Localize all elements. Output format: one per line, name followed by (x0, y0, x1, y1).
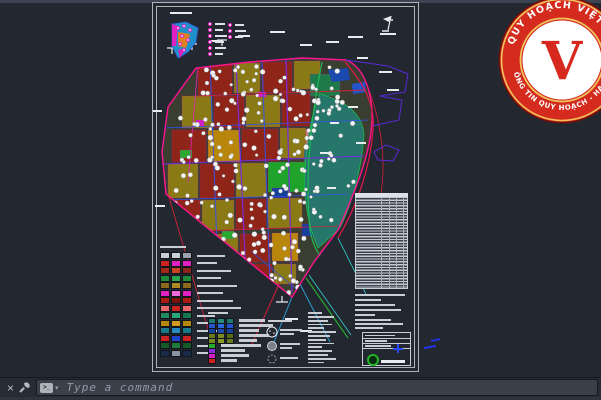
text-line (355, 319, 391, 321)
legend-row (160, 290, 241, 298)
legend-row (160, 252, 241, 260)
wrench-icon[interactable] (18, 381, 31, 394)
legend-row (160, 297, 241, 305)
inset-legend (209, 23, 247, 56)
text-line (308, 350, 332, 352)
text-line (308, 335, 330, 337)
text-line (355, 309, 401, 311)
text-line (208, 312, 228, 314)
text-line (308, 358, 336, 360)
title-block-divider (363, 343, 410, 344)
text-line (308, 324, 332, 326)
legend-row (208, 358, 273, 363)
text-line (280, 333, 294, 335)
legend-row (160, 260, 241, 268)
text-line (160, 246, 186, 248)
text-line (308, 312, 322, 314)
quy-hoach-viet-vn-stamp: V QUY HOẠCH VIỆT VN THÔNG TIN QUY HOẠCH … (492, 0, 601, 130)
chevron-down-icon[interactable]: ▾ (55, 384, 59, 392)
command-placeholder: Type a command (67, 381, 174, 394)
text-line (268, 320, 292, 322)
text-line (308, 320, 328, 322)
text-line (308, 343, 334, 345)
north-arrow-icon (380, 16, 396, 34)
text-line (280, 357, 298, 359)
title-block-divider (363, 338, 410, 339)
legend-row (160, 267, 241, 275)
text-line (280, 329, 302, 331)
text-line (355, 294, 405, 296)
text-line (308, 331, 336, 333)
secondary-legend (208, 318, 273, 363)
legend-row (160, 275, 241, 283)
company-logo-icon (367, 354, 379, 366)
title-block (362, 332, 411, 366)
drawing-sheet[interactable] (152, 2, 419, 372)
command-prompt-icon[interactable]: >_ (40, 383, 53, 393)
text-line (308, 339, 326, 341)
text-line (308, 327, 324, 329)
title-bar (381, 360, 405, 363)
text-line (308, 316, 334, 318)
close-icon[interactable]: × (7, 382, 14, 394)
text-line (308, 362, 324, 364)
text-line (355, 304, 395, 306)
text-line (308, 346, 322, 348)
text-line (280, 347, 292, 349)
app-window: V QUY HOẠCH VIỆT VN THÔNG TIN QUY HOẠCH … (0, 0, 601, 400)
text-line (280, 343, 300, 345)
command-bar: × >_ ▾ Type a command (0, 377, 601, 397)
text-line (355, 323, 403, 325)
text-line (355, 314, 375, 316)
text-line (355, 299, 381, 301)
command-input[interactable]: >_ ▾ Type a command (36, 379, 598, 396)
land-use-statistics-table (355, 193, 408, 289)
legend-row (160, 282, 241, 290)
text-line (308, 354, 328, 356)
location-inset-map (172, 22, 198, 58)
text-line (355, 327, 383, 329)
annotation-arrow (431, 338, 440, 342)
annotation-arrow (424, 345, 436, 349)
stamp-monogram: V (541, 31, 584, 92)
table-header (355, 193, 408, 197)
legend-row (160, 305, 241, 313)
